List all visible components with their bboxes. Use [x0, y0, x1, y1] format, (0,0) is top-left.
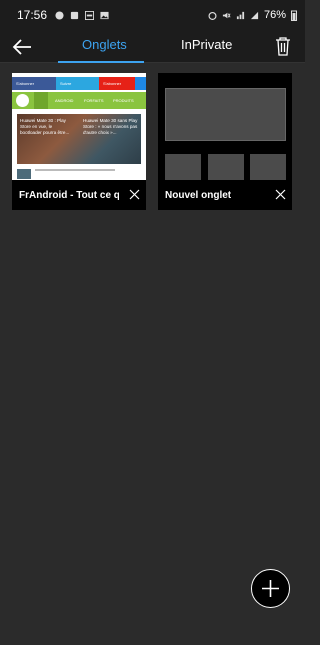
preview-youtube: S'abonner — [99, 77, 135, 90]
preview-headline: Huawei Mate 30 : Play Store en vue, le b… — [20, 118, 70, 135]
notification-icon — [85, 10, 95, 20]
alarm-icon — [208, 11, 217, 20]
preview-thumbnail — [17, 169, 31, 179]
close-icon[interactable] — [275, 189, 286, 200]
preview-nav-item: FORFAITS — [84, 98, 104, 103]
tab-card-footer: FrAndroid - Tout ce qu'i — [12, 180, 146, 210]
close-icon[interactable] — [129, 189, 140, 200]
tab-card-nouvel-onglet[interactable]: Nouvel onglet — [158, 73, 292, 210]
preview-text-line — [35, 169, 115, 171]
trash-icon[interactable] — [274, 36, 292, 56]
preview-nav-item: ANDROID — [55, 98, 74, 103]
signal-4g-icon — [236, 11, 245, 19]
notification-icon — [55, 10, 64, 20]
new-tab-button[interactable] — [251, 569, 290, 608]
plus-icon — [262, 580, 279, 597]
status-bar: 17:56 76% — [0, 0, 305, 30]
tab-indicator — [58, 61, 144, 63]
notification-icon — [70, 11, 79, 19]
preview-tile — [165, 154, 201, 180]
tab-inprivate[interactable]: InPrivate — [181, 37, 232, 52]
preview-article-image: Huawei Mate 30 : Play Store en vue, le b… — [17, 114, 141, 164]
preview-nav-bar: ANDROID FORFAITS PRODUITS — [12, 92, 146, 109]
preview-logo-icon — [16, 94, 29, 107]
preview-search-icon — [34, 92, 48, 109]
status-time: 17:56 — [17, 8, 48, 22]
preview-mail-icon — [135, 77, 146, 90]
preview-social-bar: S'abonner Suivre S'abonner — [12, 77, 146, 90]
preview-twitter: Suivre — [56, 77, 99, 90]
preview-headline: Huawei Mate 30 sans Play Store : « nous … — [83, 118, 138, 135]
tab-card-footer: Nouvel onglet — [158, 180, 292, 210]
preview-facebook: S'abonner — [12, 77, 56, 90]
preview-nav-item: PRODUITS — [113, 98, 134, 103]
preview-tile — [250, 154, 286, 180]
preview-tile — [208, 154, 244, 180]
back-arrow-icon[interactable] — [11, 36, 33, 58]
mute-icon — [222, 12, 231, 18]
battery-icon — [291, 10, 297, 21]
preview-placeholder — [165, 88, 286, 141]
tab-onglets[interactable]: Onglets — [82, 37, 127, 52]
tab-card-frandroid[interactable]: S'abonner Suivre S'abonner ANDROID FORFA… — [12, 73, 146, 210]
battery-percent: 76% — [263, 9, 286, 21]
tab-title: FrAndroid - Tout ce qu'i — [19, 189, 119, 201]
tabs-toolbar: Onglets InPrivate — [0, 30, 305, 63]
signal-icon — [250, 11, 259, 19]
tab-title: Nouvel onglet — [165, 189, 232, 201]
image-icon — [100, 11, 109, 19]
